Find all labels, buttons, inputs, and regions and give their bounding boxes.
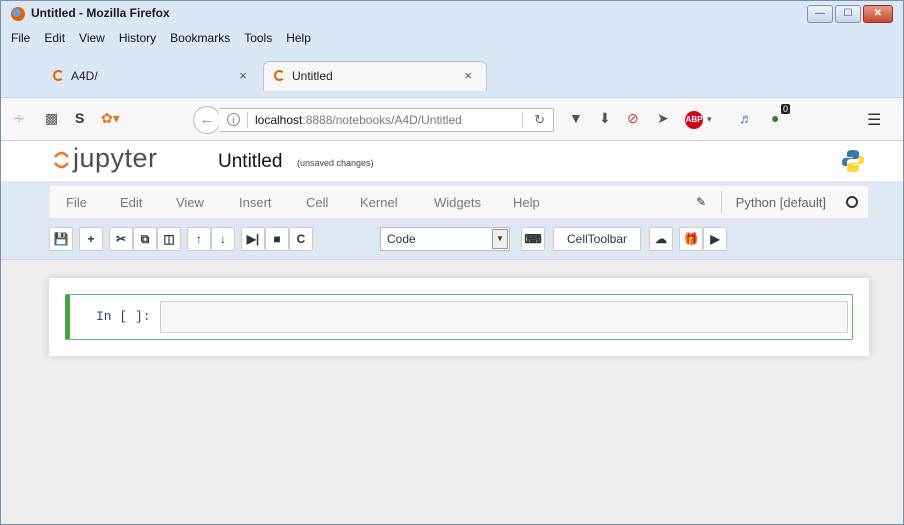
stop-button[interactable]: ■ (265, 227, 289, 251)
move-down-button[interactable]: ↓ (211, 227, 235, 251)
jupyter-menubar: File Edit View Insert Cell Kernel Widget… (49, 185, 869, 219)
keyboard-icon[interactable]: ⌨ (521, 227, 545, 251)
notebook-name[interactable]: Untitled (218, 151, 282, 173)
close-tab-icon[interactable]: × (239, 68, 247, 83)
jp-menu-help[interactable]: Help (513, 195, 540, 210)
bird-icon[interactable]: ♬ (739, 110, 753, 126)
cell-type-value: Code (387, 232, 416, 246)
browser-menubar: File Edit View History Bookmarks Tools H… (1, 27, 903, 49)
abp-dropdown-icon[interactable]: ▾ (707, 114, 712, 125)
window-controls: — ☐ ✕ (807, 5, 893, 23)
paste-button[interactable]: ◫ (157, 227, 181, 251)
menu-help[interactable]: Help (286, 31, 311, 45)
jupyter-logo-icon[interactable] (53, 149, 70, 171)
jupyter-wordmark[interactable]: jupyter (73, 143, 158, 174)
cloud-upload-icon[interactable]: ☁ (649, 227, 673, 251)
pencil-icon[interactable]: ✎ (696, 195, 706, 209)
restart-button[interactable]: C (289, 227, 313, 251)
maximize-button[interactable]: ☐ (835, 5, 861, 23)
tab-label: A4D/ (71, 69, 98, 83)
cell-prompt: In [ ]: (96, 309, 151, 324)
tab-label: Untitled (292, 69, 333, 83)
url-path: :8888/notebooks/A4D/Untitled (302, 113, 462, 127)
menu-history[interactable]: History (119, 31, 156, 45)
gift-icon[interactable]: 🎁 (679, 227, 703, 251)
close-button[interactable]: ✕ (863, 5, 893, 23)
kernel-status-icon (846, 196, 858, 208)
menu-view[interactable]: View (79, 31, 105, 45)
kernel-separator (721, 191, 722, 213)
firefox-window: Untitled - Mozilla Firefox — ☐ ✕ File Ed… (0, 0, 904, 525)
jp-menu-file[interactable]: File (66, 195, 87, 210)
loading-icon (53, 70, 64, 81)
rss-icon[interactable]: ∻ (13, 110, 25, 127)
jp-menu-kernel[interactable]: Kernel (360, 195, 398, 210)
download-icon[interactable]: ⬇ (599, 110, 611, 127)
back-button[interactable]: ← (193, 106, 221, 134)
notebook-area: In [ ]: (1, 259, 903, 524)
tab-untitled[interactable]: Untitled × (263, 61, 487, 91)
jp-menu-widgets[interactable]: Widgets (434, 195, 481, 210)
code-cell[interactable]: In [ ]: (65, 294, 853, 340)
send-icon[interactable]: ➤ (657, 110, 669, 127)
jp-menu-edit[interactable]: Edit (120, 195, 142, 210)
close-tab-icon[interactable]: × (464, 68, 472, 83)
abp-icon[interactable]: ABP (685, 111, 703, 129)
cell-type-select[interactable]: Code ▼ (380, 227, 510, 251)
tab-strip: A4D/ × Untitled × (1, 49, 903, 99)
jp-menu-view[interactable]: View (176, 195, 204, 210)
jp-menu-cell[interactable]: Cell (306, 195, 328, 210)
url-separator (247, 112, 248, 128)
info-icon[interactable]: i (227, 113, 240, 126)
badge-icon[interactable]: ● (771, 110, 779, 126)
insert-cell-button[interactable]: + (79, 227, 103, 251)
url-text[interactable]: localhost:8888/notebooks/A4D/Untitled (255, 113, 462, 127)
url-host: localhost (255, 113, 303, 127)
url-separator (522, 112, 523, 128)
jupyter-toolbar: 💾 + ✂ ⧉ ◫ ↑ ↓ ▶| ■ C Code ▼ ⌨ CellToolba… (49, 225, 869, 253)
menu-edit[interactable]: Edit (44, 31, 65, 45)
navigation-bar: ∻ ▩ S ✿▾ ← i localhost:8888/notebooks/A4… (1, 97, 903, 141)
s-icon[interactable]: S (75, 110, 84, 126)
save-status: (unsaved changes) (297, 158, 374, 168)
notebook-page: In [ ]: (49, 278, 869, 356)
badge-count: 0 (781, 104, 791, 114)
url-bar[interactable]: i localhost:8888/notebooks/A4D/Untitled … (219, 108, 554, 132)
kernel-name: Python [default] (735, 195, 826, 210)
hamburger-menu-icon[interactable]: ☰ (867, 110, 881, 130)
loading-icon (274, 70, 285, 81)
title-bar: Untitled - Mozilla Firefox — ☐ ✕ (1, 1, 903, 27)
cut-button[interactable]: ✂ (109, 227, 133, 251)
minimize-button[interactable]: — (807, 5, 833, 23)
python-logo-icon (842, 150, 864, 172)
window-title: Untitled - Mozilla Firefox (31, 6, 170, 20)
menu-file[interactable]: File (11, 31, 30, 45)
save-button[interactable]: 💾 (49, 227, 73, 251)
copy-button[interactable]: ⧉ (133, 227, 157, 251)
extension-icon[interactable]: ✿▾ (101, 110, 120, 127)
tab-a4d[interactable]: A4D/ × (43, 62, 261, 90)
move-up-button[interactable]: ↑ (187, 227, 211, 251)
chevron-down-icon[interactable]: ▼ (492, 229, 508, 249)
code-input[interactable] (160, 301, 848, 333)
menu-tools[interactable]: Tools (244, 31, 272, 45)
firefox-icon (11, 7, 25, 21)
jp-menu-insert[interactable]: Insert (239, 195, 272, 210)
youtube-icon[interactable]: ▶ (703, 227, 727, 251)
block-icon[interactable]: ⊘ (627, 110, 639, 127)
run-button[interactable]: ▶| (241, 227, 265, 251)
celltoolbar-button[interactable]: CellToolbar (553, 227, 641, 251)
pocket-like-icon[interactable]: ▩ (45, 110, 58, 127)
pocket-icon[interactable]: ▼ (569, 110, 583, 126)
reload-icon[interactable]: ↻ (534, 112, 545, 128)
jupyter-header: jupyter Untitled (unsaved changes) (1, 141, 903, 181)
menu-bookmarks[interactable]: Bookmarks (170, 31, 230, 45)
